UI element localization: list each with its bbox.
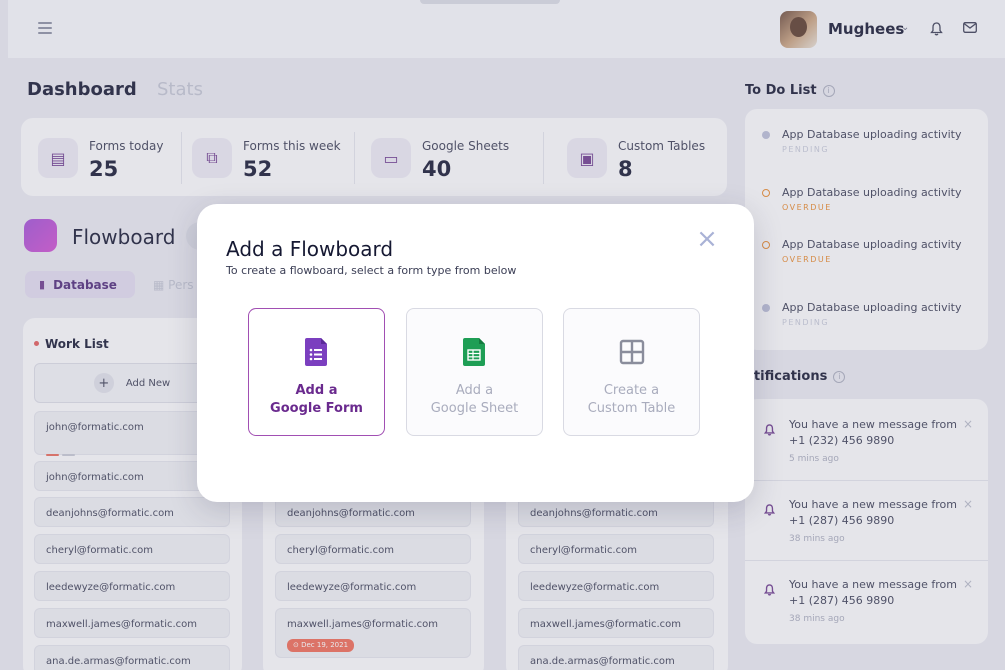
option-label-line1: Add a	[295, 383, 338, 398]
option-label-line2: Google Form	[270, 401, 363, 416]
table-icon	[619, 339, 645, 365]
option-google-sheet[interactable]: Add a Google Sheet	[406, 308, 543, 436]
option-label-line1: Create a	[603, 383, 660, 398]
modal-subtitle: To create a flowboard, select a form typ…	[226, 264, 517, 277]
option-label-line2: Google Sheet	[430, 401, 519, 416]
close-icon[interactable]: ×	[696, 226, 718, 252]
option-label-line1: Add a	[455, 383, 494, 398]
option-label: Create a Custom Table	[564, 382, 699, 418]
add-flowboard-modal: Add a Flowboard To create a flowboard, s…	[197, 204, 754, 502]
option-custom-table[interactable]: Create a Custom Table	[563, 308, 700, 436]
option-google-form[interactable]: Add a Google Form	[248, 308, 385, 436]
modal-title: Add a Flowboard	[226, 237, 394, 261]
option-label: Add a Google Sheet	[407, 382, 542, 418]
option-label: Add a Google Form	[249, 382, 384, 418]
option-label-line2: Custom Table	[587, 401, 676, 416]
google-sheet-icon	[463, 338, 485, 366]
google-form-icon	[305, 338, 327, 366]
